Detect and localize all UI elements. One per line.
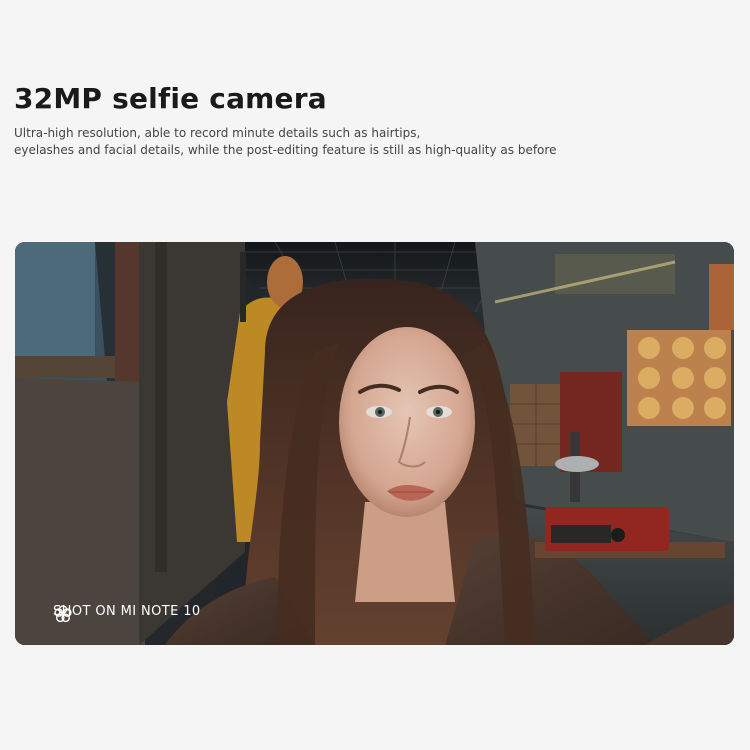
- description-line-1: Ultra-high resolution, able to record mi…: [14, 126, 421, 140]
- selfie-sample-photo: SHOT ON MI NOTE 10: [15, 242, 734, 645]
- shot-on-badge: SHOT ON MI NOTE 10: [53, 604, 201, 623]
- description-line-2: eyelashes and facial details, while the …: [14, 143, 557, 157]
- section-title: 32MP selfie camera: [14, 82, 327, 115]
- shot-on-label: SHOT ON MI NOTE 10: [53, 604, 201, 619]
- photo-scene: [15, 242, 734, 645]
- mi-camera-logo-icon: [54, 605, 72, 623]
- section-description: Ultra-high resolution, able to record mi…: [14, 125, 614, 159]
- page: 32MP selfie camera Ultra-high resolution…: [0, 0, 750, 750]
